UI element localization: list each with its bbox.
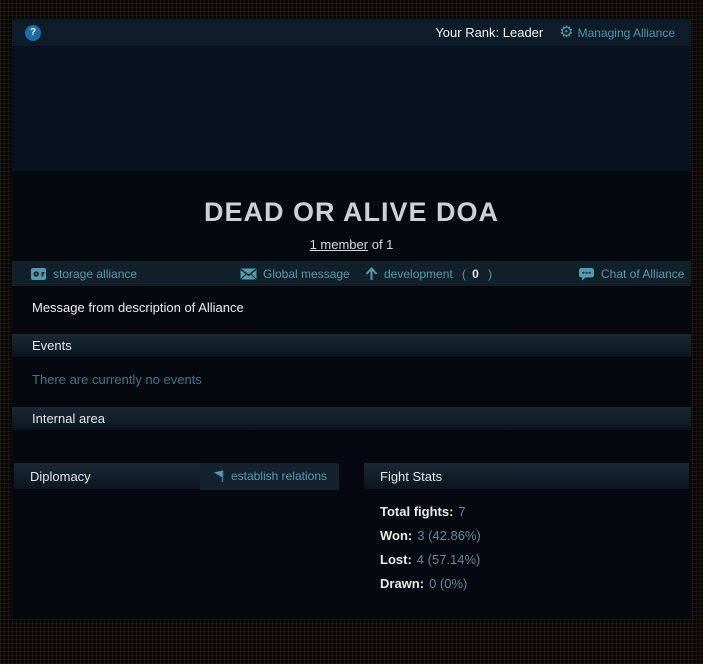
- alliance-panel: ? Your Rank: Leader ⚙ Managing Alliance …: [12, 19, 691, 619]
- establish-relations-label: establish relations: [231, 469, 327, 483]
- diplomacy-header-bar: Diplomacy establish relations: [14, 463, 339, 490]
- diplomacy-header-label: Diplomacy: [14, 469, 91, 484]
- stat-label: Lost:: [380, 552, 412, 567]
- stat-label: Drawn:: [380, 576, 424, 591]
- top-bar-right: Your Rank: Leader ⚙ Managing Alliance: [435, 25, 681, 41]
- stat-value: 7: [458, 504, 465, 519]
- events-header: Events: [12, 334, 691, 358]
- stat-value: 3 (42.86%): [417, 528, 481, 543]
- fight-stats-list: Total fights: 7 Won: 3 (42.86%) Lost: 4 (57…: [364, 490, 689, 592]
- development-button[interactable]: development (0 ): [365, 261, 492, 286]
- stat-value: 0 (0%): [429, 576, 467, 591]
- managing-alliance-link[interactable]: ⚙ Managing Alliance: [559, 25, 675, 41]
- establish-relations-button[interactable]: establish relations: [200, 463, 339, 490]
- managing-alliance-label: Managing Alliance: [578, 26, 675, 40]
- help-button[interactable]: ?: [25, 25, 41, 41]
- gear-icon: ⚙: [559, 25, 573, 41]
- top-bar: ? Your Rank: Leader ⚙ Managing Alliance: [12, 19, 691, 46]
- flag-icon: [212, 469, 225, 483]
- members-link[interactable]: 1 member: [310, 237, 369, 252]
- development-count-suffix: ): [485, 267, 492, 281]
- development-label: development: [384, 267, 453, 281]
- chat-bubble-icon: [578, 267, 595, 281]
- development-count-prefix: (: [459, 267, 466, 281]
- stat-row-drawn: Drawn: 0 (0%): [380, 576, 689, 592]
- fight-stats-header-bar: Fight Stats: [364, 463, 689, 490]
- main-content: Message from description of Alliance Eve…: [12, 287, 691, 619]
- stat-row-total-fights: Total fights: 7: [380, 504, 689, 520]
- internal-area-header: Internal area: [12, 407, 691, 431]
- stat-label: Total fights:: [380, 504, 453, 519]
- alliance-description: Message from description of Alliance: [12, 287, 691, 327]
- global-message-label: Global message: [263, 267, 350, 281]
- events-empty-text: There are currently no events: [32, 372, 671, 388]
- title-section: DEAD OR ALIVE DOA 1 member of 1: [12, 172, 691, 261]
- global-message-button[interactable]: Global message: [240, 261, 350, 286]
- stat-label: Won:: [380, 528, 412, 543]
- alliance-title: DEAD OR ALIVE DOA: [12, 197, 691, 227]
- stat-row-lost: Lost: 4 (57.14%): [380, 552, 689, 568]
- diplomacy-section: Diplomacy establish relations: [14, 463, 339, 600]
- storage-alliance-label: storage alliance: [53, 267, 137, 281]
- bottom-columns: Diplomacy establish relations Fight Stat…: [12, 463, 691, 600]
- rank-text: Your Rank: Leader: [435, 25, 543, 40]
- chat-of-alliance-label: Chat of Alliance: [601, 267, 684, 281]
- stat-row-won: Won: 3 (42.86%): [380, 528, 689, 544]
- storage-alliance-button[interactable]: storage alliance: [30, 261, 137, 286]
- alliance-banner: [12, 46, 691, 172]
- safe-icon: [30, 267, 47, 281]
- members-suffix: of 1: [368, 237, 393, 252]
- fight-stats-header-label: Fight Stats: [364, 469, 442, 484]
- member-line: 1 member of 1: [12, 237, 691, 253]
- up-arrow-icon: [365, 267, 378, 281]
- envelope-icon: [240, 268, 257, 280]
- stat-value: 4 (57.14%): [417, 552, 481, 567]
- development-count: 0: [472, 267, 479, 281]
- alliance-toolbar: storage alliance Global message developm…: [12, 261, 691, 287]
- chat-of-alliance-button[interactable]: Chat of Alliance: [578, 261, 684, 286]
- fight-stats-section: Fight Stats Total fights: 7 Won: 3 (42.86%…: [364, 463, 689, 600]
